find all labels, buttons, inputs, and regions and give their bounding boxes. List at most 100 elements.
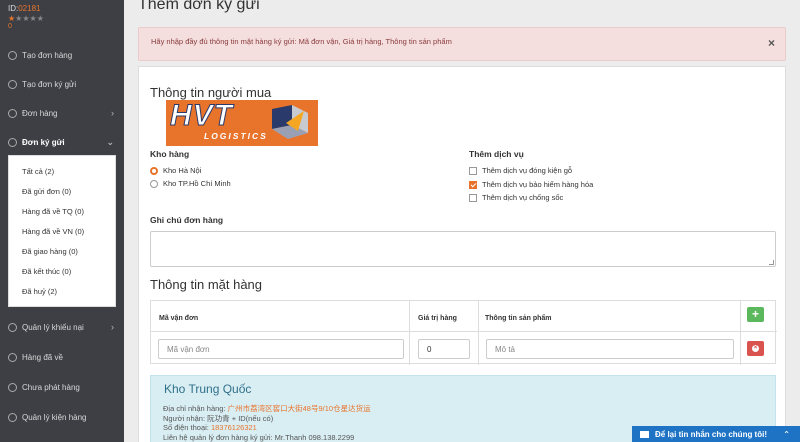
sidebar-item-label: Tạo đơn ký gửi: [22, 79, 77, 89]
sidebar-item-label: Quản lý kiện hàng: [22, 412, 87, 422]
close-icon: ×: [752, 345, 759, 352]
order-note-input[interactable]: [150, 231, 776, 267]
services-label: Thêm dịch vụ: [469, 149, 524, 159]
order-note-label: Ghi chú đơn hàng: [150, 215, 224, 225]
resize-handle-icon[interactable]: [769, 260, 774, 265]
sidebar-item-arrived[interactable]: Hàng đã về: [0, 349, 124, 365]
logo-main-text: HVT: [170, 99, 233, 133]
receiver-value: 阮功青 + ID(nếu có): [207, 414, 274, 423]
page-title: Thêm đơn ký gửi: [138, 0, 260, 13]
user-id: ID:02181: [8, 4, 44, 13]
account-summary: ID:02181 ★★★★★ 0: [8, 4, 44, 30]
submenu-item-arrived-cn[interactable]: Hàng đã về TQ (0): [22, 207, 84, 216]
submenu-item-sent[interactable]: Đã gửi đơn (0): [22, 187, 71, 196]
consignment-submenu: Tất cả (2) Đã gửi đơn (0) Hàng đã về TQ …: [8, 155, 116, 307]
warehouse-option-hanoi[interactable]: Kho Hà Nội: [150, 166, 201, 175]
items-table: Mã vận đơn Giá trị hàng Thông tin sản ph…: [150, 300, 777, 365]
submenu-item-cancelled[interactable]: Đã huỷ (2): [22, 287, 57, 296]
checkbox-checked[interactable]: [469, 180, 477, 189]
star-icon: ★: [22, 14, 30, 23]
receiver-label: Người nhận:: [163, 414, 208, 423]
user-id-value: 02181: [18, 4, 41, 13]
envelope-icon: [640, 430, 649, 438]
sidebar-item-complaints[interactable]: Quản lý khiếu nại ›: [0, 319, 124, 335]
warehouse-option-label: Kho TP.Hồ Chí Minh: [163, 179, 231, 188]
hvt-logistics-logo: HVT LOGISTICS: [166, 99, 318, 146]
submenu-item-delivered[interactable]: Đã giao hàng (0): [22, 247, 78, 256]
circle-icon: [8, 382, 17, 392]
logo-sub-text: LOGISTICS: [204, 131, 268, 141]
buyer-section-title: Thông tin người mua: [150, 85, 272, 100]
circle-icon: [8, 352, 17, 362]
alert-message: Hãy nhập đầy đủ thông tin mặt hàng ký gử…: [151, 37, 452, 46]
col-header-code: Mã vận đơn: [159, 315, 199, 322]
validation-alert: Hãy nhập đầy đủ thông tin mặt hàng ký gử…: [138, 27, 786, 61]
circle-icon: [8, 50, 17, 60]
service-wood-crate[interactable]: Thêm dịch vụ đóng kiện gỗ: [469, 166, 572, 175]
chat-widget-bar[interactable]: Để lại tin nhắn cho chúng tôi! ⌃: [632, 426, 800, 442]
chevron-right-icon: ›: [111, 322, 114, 332]
sidebar-item-label: Tạo đơn hàng: [22, 50, 73, 60]
chat-label: Để lại tin nhắn cho chúng tôi!: [655, 429, 767, 439]
circle-icon: [8, 412, 17, 422]
table-divider: [478, 301, 479, 365]
col-header-value: Giá trị hàng: [418, 315, 457, 322]
balance: 0: [8, 23, 12, 30]
sidebar-item-label: Hàng đã về: [22, 352, 63, 362]
sidebar-item-label: Quản lý khiếu nại: [22, 322, 84, 332]
address-value: 广州市荔湾区窖口大街48号9/10仓星达货运: [227, 404, 371, 413]
add-row-button[interactable]: +: [747, 307, 764, 322]
item-value-input[interactable]: 0: [418, 339, 470, 359]
submenu-item-all[interactable]: Tất cả (2): [22, 167, 54, 176]
sidebar-item-create-order[interactable]: Tạo đơn hàng: [0, 47, 124, 63]
warehouse-label: Kho hàng: [150, 149, 190, 159]
warehouse-option-hcm[interactable]: Kho TP.Hồ Chí Minh: [150, 179, 231, 188]
service-label: Thêm dịch vụ đóng kiện gỗ: [482, 166, 573, 175]
circle-icon: [8, 322, 17, 332]
chevron-up-icon: ⌃: [783, 429, 790, 439]
submenu-item-finished[interactable]: Đã kết thúc (0): [22, 267, 71, 276]
radio-unselected[interactable]: [150, 179, 158, 188]
user-id-label: ID:: [8, 4, 19, 13]
circle-icon: [8, 108, 17, 118]
chevron-down-icon: ⌄: [106, 136, 114, 147]
truck-icon: [8, 137, 17, 147]
sidebar-item-label: Đơn hàng: [22, 108, 58, 118]
service-shockproof[interactable]: Thêm dịch vụ chống sốc: [469, 193, 563, 202]
china-warehouse-title: Kho Trung Quốc: [164, 382, 252, 396]
sidebar-item-not-shipped[interactable]: Chưa phát hàng: [0, 379, 124, 395]
logo-cube-icon: [272, 105, 308, 139]
table-divider: [740, 301, 741, 365]
close-icon[interactable]: ×: [768, 36, 775, 50]
service-insurance[interactable]: Thêm dịch vụ bảo hiểm hàng hóa: [469, 180, 593, 189]
sidebar-item-create-consignment[interactable]: Tạo đơn ký gửi: [0, 76, 124, 92]
sidebar-item-label: Chưa phát hàng: [22, 382, 80, 392]
sidebar-item-label: Đơn ký gửi: [22, 137, 65, 147]
submenu-item-arrived-vn[interactable]: Hàng đã về VN (0): [22, 227, 84, 236]
sidebar-item-consignments[interactable]: Đơn ký gửi ⌄: [0, 134, 124, 150]
sidebar-item-orders[interactable]: Đơn hàng ›: [0, 105, 124, 121]
checkbox[interactable]: [469, 166, 477, 175]
sidebar-item-packages[interactable]: Quản lý kiện hàng: [0, 409, 124, 425]
checkbox[interactable]: [469, 193, 477, 202]
items-section-title: Thông tin mặt hàng: [150, 277, 263, 292]
sidebar: ID:02181 ★★★★★ 0 Tạo đơn hàng Tạo đơn ký…: [0, 0, 124, 442]
table-divider: [151, 331, 777, 332]
rating-stars: ★★★★★: [8, 14, 44, 23]
star-icon: ★: [29, 14, 37, 23]
col-header-info: Thông tin sản phẩm: [485, 315, 552, 322]
phone-value: 18376126321: [210, 423, 257, 432]
remove-row-button[interactable]: ×: [747, 341, 764, 356]
warehouse-option-label: Kho Hà Nội: [163, 166, 202, 175]
star-icon: ★: [36, 14, 44, 23]
radio-selected[interactable]: [150, 166, 158, 175]
phone-label: Số điện thoại:: [163, 423, 211, 432]
service-label: Thêm dịch vụ chống sốc: [482, 193, 564, 202]
tracking-code-input[interactable]: Mã vận đơn: [158, 339, 404, 359]
chevron-right-icon: ›: [111, 108, 114, 118]
service-label: Thêm dịch vụ bảo hiểm hàng hóa: [482, 180, 594, 189]
product-info-input[interactable]: Mô tả: [486, 339, 734, 359]
table-divider: [409, 301, 410, 365]
circle-icon: [8, 79, 17, 89]
phone-line: Số điện thoại: 18376126321: [163, 423, 257, 432]
